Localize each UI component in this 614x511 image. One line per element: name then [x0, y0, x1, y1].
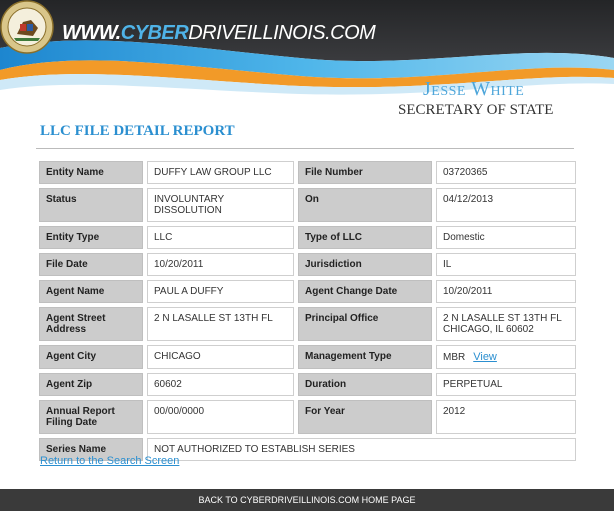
- site-url-logo: WWW.CYBERDRIVEILLINOIS.COM: [62, 22, 376, 45]
- field-label: Status: [39, 188, 143, 222]
- footer-bar: BACK TO CYBERDRIVEILLINOIS.COM HOME PAGE: [0, 489, 614, 511]
- field-label: Duration: [298, 373, 432, 396]
- table-row: Annual Report Filing Date 00/00/0000 For…: [39, 400, 576, 434]
- field-label: Entity Name: [39, 161, 143, 184]
- field-value: CHICAGO: [147, 345, 294, 369]
- field-value: 60602: [147, 373, 294, 396]
- field-value: 2 N LASALLE ST 13TH FL CHICAGO, IL 60602: [436, 307, 576, 341]
- table-row: Agent Name PAUL A DUFFY Agent Change Dat…: [39, 280, 576, 303]
- table-row: Agent Zip 60602 Duration PERPETUAL: [39, 373, 576, 396]
- field-value: LLC: [147, 226, 294, 249]
- report-title: LLC FILE DETAIL REPORT: [40, 123, 235, 139]
- table-row: File Date 10/20/2011 Jurisdiction IL: [39, 253, 576, 276]
- field-label: Agent Zip: [39, 373, 143, 396]
- field-value: NOT AUTHORIZED TO ESTABLISH SERIES: [147, 438, 576, 461]
- field-label: Agent Change Date: [298, 280, 432, 303]
- llc-detail-table: Entity Name DUFFY LAW GROUP LLC File Num…: [35, 157, 580, 465]
- field-label: Agent City: [39, 345, 143, 369]
- field-value: DUFFY LAW GROUP LLC: [147, 161, 294, 184]
- official-title: SECRETARY OF STATE: [398, 102, 554, 118]
- field-value: PERPETUAL: [436, 373, 576, 396]
- field-label: File Date: [39, 253, 143, 276]
- field-value: IL: [436, 253, 576, 276]
- field-value: 10/20/2011: [436, 280, 576, 303]
- field-label: On: [298, 188, 432, 222]
- field-value: 2 N LASALLE ST 13TH FL: [147, 307, 294, 341]
- view-link[interactable]: View: [473, 351, 497, 363]
- field-label: Annual Report Filing Date: [39, 400, 143, 434]
- site-url-part1: WWW.: [62, 22, 121, 44]
- field-value: 2012: [436, 400, 576, 434]
- site-url-part3: DRIVEILLINOIS.COM: [188, 22, 376, 44]
- official-name: Jesse White: [423, 78, 525, 100]
- field-value: INVOLUNTARY DISSOLUTION: [147, 188, 294, 222]
- site-url-part2: CYBER: [120, 22, 189, 44]
- site-header: WWW.CYBERDRIVEILLINOIS.COM Jesse White S…: [0, 0, 614, 120]
- table-row: Entity Type LLC Type of LLC Domestic: [39, 226, 576, 249]
- illinois-state-seal-icon: [0, 0, 54, 54]
- field-label: Principal Office: [298, 307, 432, 341]
- table-row: Agent City CHICAGO Management Type MBR Vi…: [39, 345, 576, 369]
- field-value: 04/12/2013: [436, 188, 576, 222]
- table-row: Entity Name DUFFY LAW GROUP LLC File Num…: [39, 161, 576, 184]
- field-label: Agent Street Address: [39, 307, 143, 341]
- title-divider: [36, 148, 574, 149]
- field-label: File Number: [298, 161, 432, 184]
- home-page-link[interactable]: BACK TO CYBERDRIVEILLINOIS.COM HOME PAGE: [198, 495, 415, 505]
- field-value: PAUL A DUFFY: [147, 280, 294, 303]
- table-row: Agent Street Address 2 N LASALLE ST 13TH…: [39, 307, 576, 341]
- field-label: Management Type: [298, 345, 432, 369]
- field-value: Domestic: [436, 226, 576, 249]
- field-label: Entity Type: [39, 226, 143, 249]
- field-label: Agent Name: [39, 280, 143, 303]
- field-label: Jurisdiction: [298, 253, 432, 276]
- field-label: For Year: [298, 400, 432, 434]
- field-label: Type of LLC: [298, 226, 432, 249]
- field-value: MBR: [443, 352, 466, 363]
- return-to-search-link[interactable]: Return to the Search Screen: [40, 455, 179, 467]
- table-row: Status INVOLUNTARY DISSOLUTION On 04/12/…: [39, 188, 576, 222]
- field-value: 10/20/2011: [147, 253, 294, 276]
- management-type-cell: MBR View: [436, 345, 576, 369]
- field-value: 03720365: [436, 161, 576, 184]
- field-value: 00/00/0000: [147, 400, 294, 434]
